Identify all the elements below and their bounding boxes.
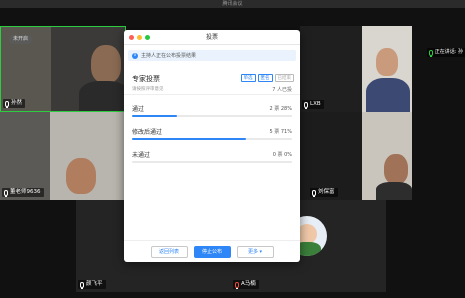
stop-publish-button[interactable]: 停止公布 — [193, 245, 231, 258]
participant-face — [91, 45, 121, 83]
participant-name-bar: A马楠 — [233, 280, 259, 289]
vote-option: 通过 2 票 28% — [132, 104, 292, 124]
participant-name: 颜飞平 — [86, 281, 103, 287]
mic-icon — [312, 189, 316, 197]
dialog-footer: 返回列表 停止公布 更多 ▾ — [124, 240, 300, 262]
video-tile-3[interactable] — [362, 26, 412, 112]
publish-notice: i 主持人正在公布投票结果 — [128, 50, 296, 61]
participant-name: 董老师9636 — [10, 189, 41, 195]
participant-name: A马楠 — [241, 281, 256, 287]
option-label: 修改后通过 — [132, 129, 163, 136]
option-label: 未通过 — [132, 152, 151, 159]
tag-single-choice: 单选 — [240, 74, 256, 82]
participant-body — [366, 78, 410, 112]
option-percent: 28% — [280, 106, 292, 112]
participant-count: 7 人已投 — [272, 87, 292, 93]
result-bar — [132, 115, 292, 117]
video-tile-4[interactable]: 董老师9636 — [0, 112, 126, 200]
vote-option: 未通过 0 票 0% — [132, 150, 292, 170]
mic-icon — [5, 100, 9, 108]
dialog-header: 投票 — [124, 30, 300, 45]
mic-active-icon — [428, 49, 433, 57]
option-stat: 5 票 71% — [270, 128, 293, 135]
mic-icon — [80, 281, 84, 289]
info-icon: i — [132, 52, 138, 59]
speaking-label: 正在讲话: 孙 — [434, 49, 463, 55]
option-label: 通过 — [132, 106, 145, 113]
participant-name: 刘保富 — [318, 189, 335, 195]
mic-icon — [304, 101, 308, 109]
dialog-title: 投票 — [205, 34, 218, 41]
vote-title: 专家投票 — [132, 75, 160, 83]
result-bar-fill — [132, 138, 246, 140]
participant-name-bar: 董老师9636 — [2, 188, 44, 197]
option-percent: 71% — [280, 129, 292, 135]
result-bar — [132, 161, 292, 163]
notice-text: 主持人正在公布投票结果 — [141, 53, 197, 59]
speaking-indicator: 正在讲话: 孙 — [426, 48, 465, 57]
video-tile-1[interactable]: 未开启 孙然 — [0, 26, 126, 112]
option-stat: 2 票 28% — [270, 105, 293, 112]
participant-body — [376, 182, 412, 200]
participant-face — [376, 48, 398, 76]
option-votes: 0 票 — [272, 152, 283, 158]
vote-subtitle: 请按照评审意见 — [132, 87, 164, 92]
video-grid: 未开启 孙然 LXB 正在讲话: 孙 董老师9636 刘保富 颜飞平 A马楠 投… — [0, 8, 465, 298]
participant-face — [384, 154, 408, 184]
option-votes: 2 票 — [269, 106, 280, 112]
vote-dialog: 投票 i 主持人正在公布投票结果 专家投票 单选 匿名 已结束 请按照评审意见 … — [124, 30, 300, 262]
option-stat: 0 票 0% — [273, 151, 292, 158]
video-tile-2[interactable]: LXB — [300, 26, 362, 112]
video-tile-5[interactable]: 刘保富 — [300, 112, 412, 200]
mic-icon — [4, 189, 8, 197]
participant-name: 孙然 — [11, 100, 23, 106]
participant-name-bar: LXB — [302, 100, 324, 109]
participant-name-bar: 刘保富 — [310, 188, 338, 197]
vote-option: 修改后通过 5 票 71% — [132, 127, 292, 147]
participant-face — [66, 158, 96, 194]
window-title: 腾讯会议 — [222, 1, 243, 7]
mic-muted-icon — [235, 281, 239, 289]
participant-name-bar: 颜飞平 — [78, 280, 106, 289]
option-percent: 0% — [284, 152, 292, 158]
more-button[interactable]: 更多 ▾ — [236, 245, 274, 258]
result-bar — [132, 138, 292, 140]
participant-name-bar: 孙然 — [3, 99, 26, 108]
participant-body — [79, 81, 125, 111]
tag-ended: 已结束 — [274, 74, 294, 82]
option-votes: 5 票 — [269, 129, 280, 135]
camera-status-badge: 未开启 — [9, 35, 33, 44]
divider — [124, 94, 300, 95]
result-bar-fill — [132, 115, 177, 117]
tag-anonymous: 匿名 — [257, 74, 273, 82]
back-to-list-button[interactable]: 返回列表 — [150, 245, 188, 258]
window-titlebar: 腾讯会议 — [0, 0, 465, 8]
vote-tags: 单选 匿名 已结束 — [240, 74, 294, 82]
participant-name: LXB — [310, 101, 321, 107]
